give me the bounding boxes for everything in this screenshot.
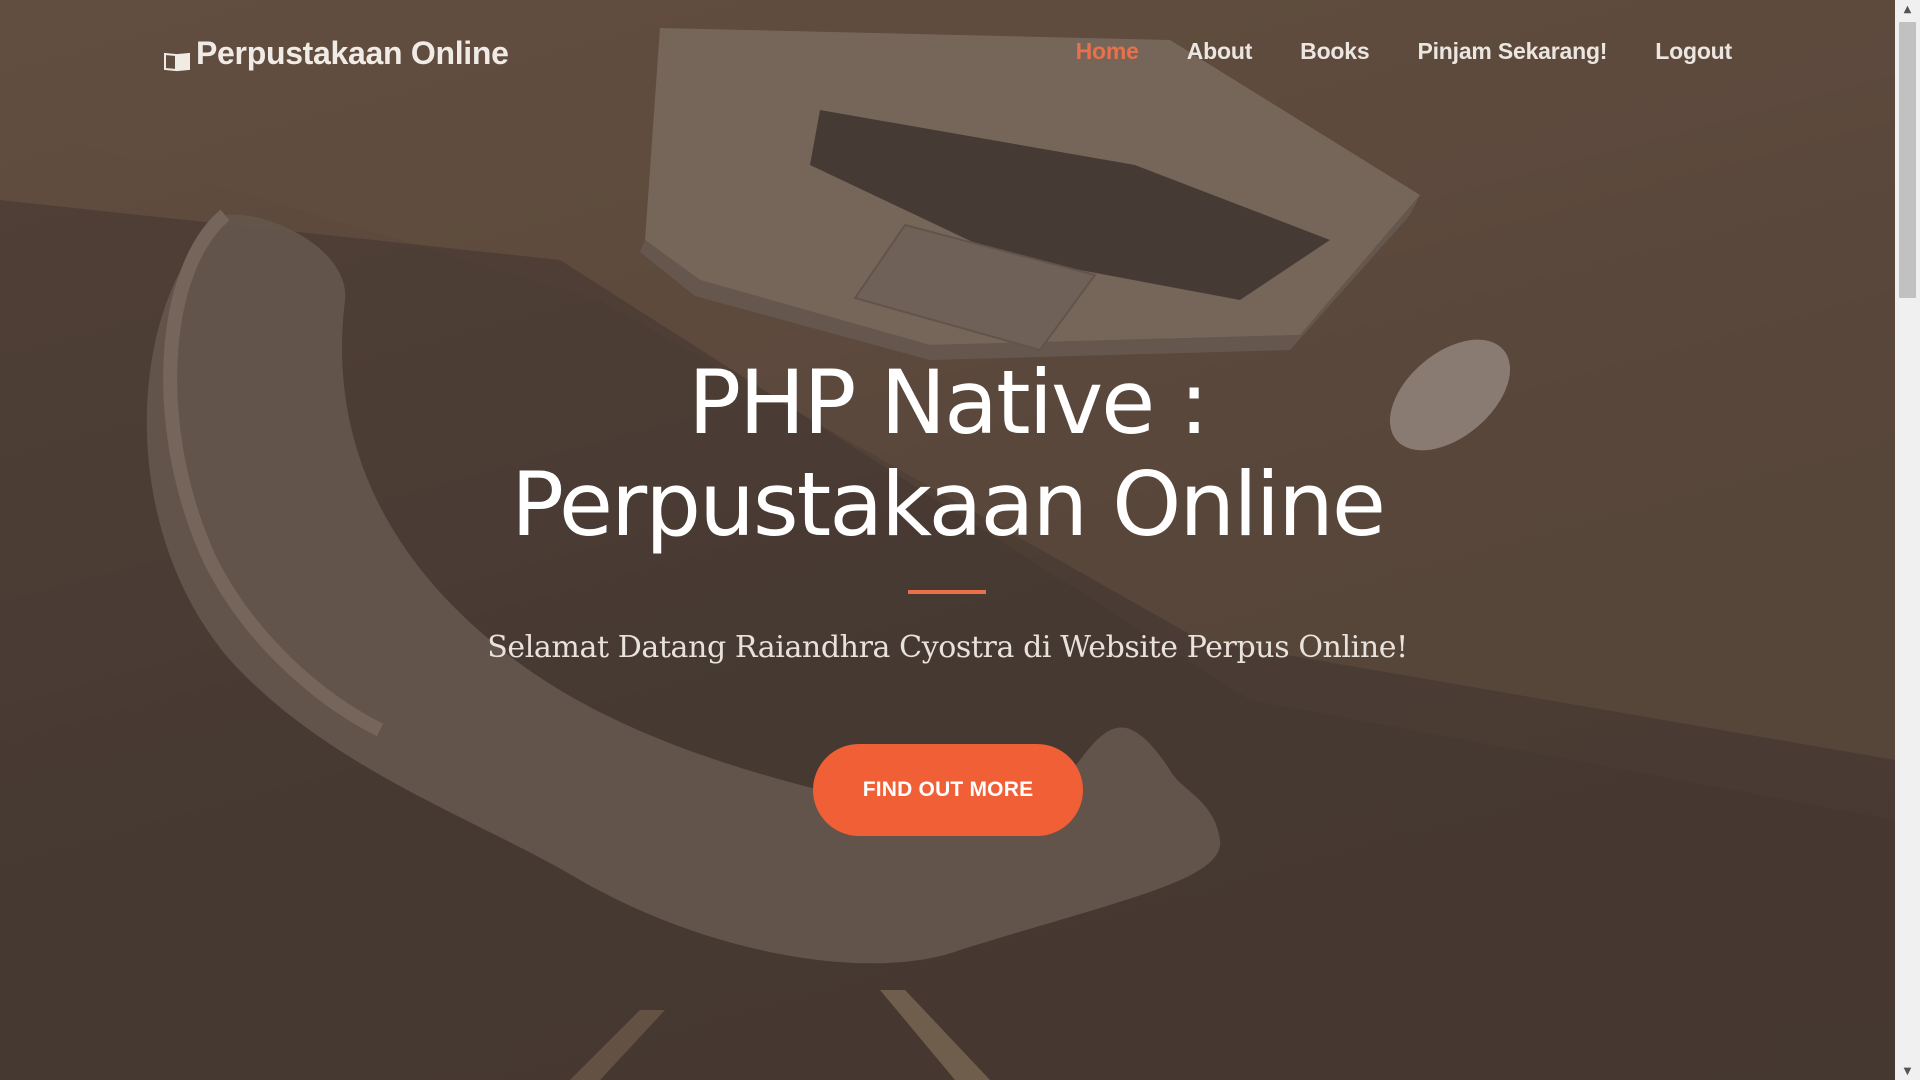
hero-title-line-1: PHP Native :: [688, 351, 1209, 454]
hero-title-line-2: Perpustakaan Online: [510, 453, 1386, 556]
vertical-scrollbar[interactable]: ▲ ▼: [1895, 0, 1920, 1080]
title-divider: [908, 590, 986, 594]
scroll-thumb[interactable]: [1899, 22, 1916, 298]
hero-subtitle: Selamat Datang Raiandhra Cyostra di Webs…: [487, 630, 1408, 665]
find-out-more-button[interactable]: FIND OUT MORE: [813, 744, 1083, 836]
arrow-up-icon[interactable]: ▲: [1895, 0, 1920, 18]
arrow-down-icon[interactable]: ▼: [1895, 1062, 1920, 1080]
page: Perpustakaan Online Home About Books Pin…: [0, 0, 1920, 1080]
hero-section: PHP Native : Perpustakaan Online Selamat…: [0, 0, 1895, 1080]
hero-title: PHP Native : Perpustakaan Online: [0, 352, 1895, 556]
